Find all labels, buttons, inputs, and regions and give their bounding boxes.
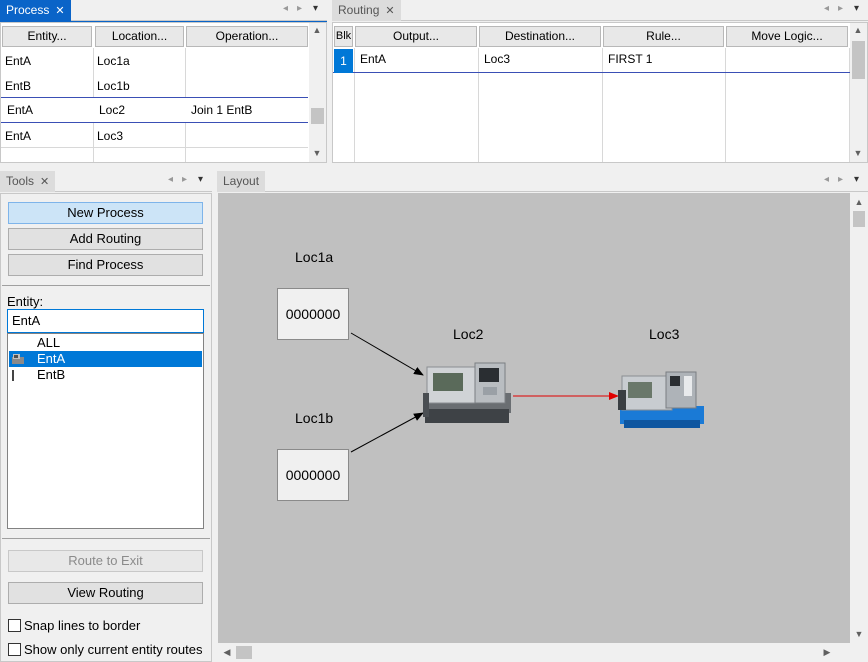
route-line-loc1b-loc2[interactable] [350, 412, 424, 453]
close-icon[interactable]: ✕ [40, 176, 49, 188]
dropdown-icon[interactable]: ▾ [198, 174, 203, 185]
routing-tabbar: Routing ✕ ◂ ▸ ▾ [332, 0, 868, 21]
process-cell-entity[interactable]: EntA [5, 54, 31, 68]
layout-canvas[interactable]: Loc1a 0000000 Loc1b 0000000 Loc2 Loc3 [218, 193, 850, 643]
process-cell-location[interactable]: Loc1b [97, 79, 130, 93]
row-divider [1, 147, 308, 148]
scroll-up-icon[interactable]: ▲ [310, 25, 324, 35]
col-blk-header[interactable]: Blk [334, 26, 353, 47]
tab-process-label: Process [6, 3, 50, 17]
tools-tabbar: Tools ✕ ◂ ▸ ▾ [0, 171, 212, 192]
close-icon[interactable]: ✕ [385, 5, 394, 17]
process-cell-location[interactable]: Loc3 [97, 129, 123, 143]
process-tabbar: Process ✕ ◂ ▸ ▾ [0, 0, 327, 21]
nav-right-icon[interactable]: ▸ [838, 174, 843, 185]
scroll-thumb[interactable] [236, 646, 252, 659]
tab-routing-label: Routing [338, 3, 380, 17]
entity-field[interactable]: EntA [7, 309, 204, 333]
process-cell-entity[interactable]: EntA [7, 103, 33, 117]
route-to-exit-button[interactable]: Route to Exit [8, 550, 203, 572]
process-cell-entity[interactable]: EntB [5, 79, 31, 93]
scroll-down-icon[interactable]: ▼ [851, 148, 865, 158]
col-operation-header[interactable]: Operation... [186, 26, 308, 47]
routing-cell-blk[interactable]: 1 [334, 49, 353, 73]
scroll-up-icon[interactable]: ▲ [852, 197, 866, 207]
routing-cell-output[interactable]: EntA [360, 52, 386, 66]
scroll-thumb[interactable] [311, 108, 324, 124]
tab-process[interactable]: Process ✕ [0, 0, 71, 21]
route-line-loc1a-loc2[interactable] [350, 332, 424, 376]
entity-listbox[interactable]: ALL EntA EntB [7, 333, 204, 529]
dropdown-icon[interactable]: ▾ [854, 3, 859, 14]
tab-routing[interactable]: Routing ✕ [332, 0, 401, 21]
bar-entity-icon [12, 370, 14, 381]
table-row-selected[interactable]: EntA Loc2 Join 1 EntB [1, 97, 308, 123]
tab-tools[interactable]: Tools ✕ [0, 171, 56, 192]
machine-entity-icon [12, 353, 24, 364]
list-item-label: ALL [37, 335, 61, 350]
process-cell-operation[interactable]: Join 1 EntB [191, 103, 252, 117]
tab-tools-label: Tools [6, 174, 35, 188]
add-routing-button[interactable]: Add Routing [8, 228, 203, 250]
routes-overlay [350, 332, 704, 453]
routing-row[interactable]: 1 EntA Loc3 FIRST 1 [333, 47, 850, 73]
dropdown-icon[interactable]: ▾ [854, 174, 859, 185]
col-entity-header[interactable]: Entity... [2, 26, 92, 47]
process-cell-location[interactable]: Loc1a [97, 54, 130, 68]
show-only-current-checkbox[interactable] [8, 643, 21, 656]
list-item-entb[interactable]: EntB [9, 367, 202, 383]
tab-layout[interactable]: Layout [217, 171, 266, 192]
list-item-all[interactable]: ALL [9, 335, 202, 351]
list-item-enta[interactable]: EntA [9, 351, 202, 367]
col-location-header[interactable]: Location... [95, 26, 184, 47]
list-item-label: EntB [37, 367, 66, 382]
layout-vscrollbar[interactable]: ▲ ▼ [850, 193, 868, 643]
snap-lines-label[interactable]: Snap lines to border [24, 618, 140, 633]
dropdown-icon[interactable]: ▾ [313, 3, 318, 14]
cnc-machine-icon-loc3[interactable] [618, 371, 704, 428]
close-icon[interactable]: ✕ [55, 5, 64, 17]
scroll-left-icon[interactable]: ◀ [220, 647, 234, 658]
nav-left-icon[interactable]: ◂ [824, 174, 829, 185]
routing-scrollbar[interactable]: ▲ ▼ [850, 23, 867, 162]
scroll-down-icon[interactable]: ▼ [852, 629, 866, 639]
nav-left-icon[interactable]: ◂ [168, 174, 173, 185]
show-only-current-label[interactable]: Show only current entity routes [24, 642, 202, 657]
scroll-right-icon[interactable]: ▶ [820, 647, 834, 658]
nav-right-icon[interactable]: ▸ [838, 3, 843, 14]
divider [2, 285, 210, 286]
nav-left-icon[interactable]: ◂ [283, 3, 288, 14]
process-grid: Entity... Location... Operation... EntA … [0, 22, 327, 163]
snap-lines-checkbox[interactable] [8, 619, 21, 632]
col-output-header[interactable]: Output... [355, 26, 477, 47]
nav-left-icon[interactable]: ◂ [824, 3, 829, 14]
layout-hscrollbar[interactable]: ◀ ▶ [218, 643, 850, 662]
view-routing-button[interactable]: View Routing [8, 582, 203, 604]
routing-cell-rule[interactable]: FIRST 1 [608, 52, 652, 66]
process-cell-location[interactable]: Loc2 [99, 103, 125, 117]
entity-label: Entity: [7, 294, 44, 309]
scroll-down-icon[interactable]: ▼ [310, 148, 324, 158]
routing-cell-destination[interactable]: Loc3 [484, 52, 510, 66]
nav-right-icon[interactable]: ▸ [297, 3, 302, 14]
scroll-thumb[interactable] [852, 41, 865, 79]
cnc-machine-icon-loc2[interactable] [423, 362, 511, 423]
new-process-button[interactable]: New Process [8, 202, 203, 224]
tab-layout-label: Layout [223, 174, 260, 188]
scroll-up-icon[interactable]: ▲ [851, 25, 865, 35]
process-scrollbar[interactable]: ▲ ▼ [309, 23, 326, 162]
process-cell-entity[interactable]: EntA [5, 129, 31, 143]
layout-tabbar: Layout ◂ ▸ ▾ [217, 171, 868, 192]
scroll-thumb[interactable] [853, 211, 865, 227]
col-movelogic-header[interactable]: Move Logic... [726, 26, 848, 47]
routing-grid: Blk Output... Destination... Rule... Mov… [332, 22, 868, 163]
find-process-button[interactable]: Find Process [8, 254, 203, 276]
divider [2, 538, 210, 539]
list-item-label: EntA [37, 351, 66, 366]
col-rule-header[interactable]: Rule... [603, 26, 724, 47]
col-destination-header[interactable]: Destination... [479, 26, 601, 47]
nav-right-icon[interactable]: ▸ [182, 174, 187, 185]
